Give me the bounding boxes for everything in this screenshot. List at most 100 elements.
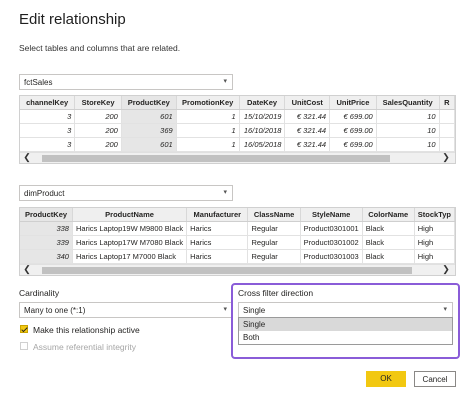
table-cell [439,123,455,138]
table-cell: 16/10/2018 [239,123,286,138]
table-cell: Regular [247,249,301,264]
chevron-down-icon: ▾ [223,78,227,85]
table2-hscrollbar[interactable]: ❮ ❯ [20,264,455,275]
table1-grid: channelKey StoreKey ProductKey Promotion… [19,95,456,164]
table-cell: 1 [176,109,240,124]
table2-col-header[interactable]: ProductName [72,208,188,222]
cardinality-select[interactable]: Many to one (*:1) ▾ [19,302,233,318]
table-cell: 1 [176,137,240,152]
table-cell: 16/05/2018 [239,137,286,152]
table-cell: € 321.44 [284,137,331,152]
table1-table: channelKey StoreKey ProductKey Promotion… [20,96,455,152]
table2-col-header-selected[interactable]: ProductKey [20,208,73,222]
scrollbar-thumb[interactable] [42,267,412,274]
table-row: 3 200 601 1 16/05/2018 € 321.44 € 699.00… [20,137,455,152]
table-cell: Harics [186,221,249,236]
dialog-title: Edit relationship [19,11,126,28]
table-cell: 3 [20,137,76,152]
chevron-down-icon: ▾ [443,306,447,313]
cross-filter-label: Cross filter direction [238,288,314,298]
table-cell: 200 [74,109,122,124]
table-row: 3 200 369 1 16/10/2018 € 321.44 € 699.00… [20,123,455,138]
table-cell: Black [362,221,415,236]
table1-col-header[interactable]: DateKey [239,96,286,110]
table-cell [439,137,455,152]
table-cell: 10 [376,137,440,152]
table-cell: 338 [20,221,73,236]
table-cell: 369 [121,123,177,138]
table2-col-header[interactable]: ClassName [247,208,301,222]
table2-col-header[interactable]: StyleName [300,208,363,222]
table2-col-header[interactable]: ColorName [362,208,415,222]
table-cell: High [414,249,455,264]
cardinality-select-value: Many to one (*:1) [24,306,86,315]
table-cell: 601 [121,137,177,152]
table1-col-header[interactable]: UnitPrice [329,96,377,110]
table-cell: 200 [74,137,122,152]
table1-col-header[interactable]: channelKey [20,96,76,110]
table-cell: Black [362,249,415,264]
table-cell: 3 [20,109,76,124]
table2-col-header[interactable]: Manufacturer [186,208,249,222]
table-cell: Black [362,235,415,250]
table1-col-header[interactable]: UnitCost [284,96,331,110]
table-row: 339 Harics Laptop17W M7080 Black Harics … [20,235,455,250]
chevron-right-icon[interactable]: ❯ [441,264,451,275]
referential-integrity-label: Assume referential integrity [33,342,136,352]
table-cell: Regular [247,221,301,236]
table1-select[interactable]: fctSales ▾ [19,74,233,90]
table-cell: 601 [121,109,177,124]
table1-col-header[interactable]: SalesQuantity [376,96,440,110]
table2-select[interactable]: dimProduct ▾ [19,185,233,201]
chevron-left-icon[interactable]: ❮ [22,152,32,163]
cardinality-label: Cardinality [19,288,60,298]
table-cell: € 699.00 [329,109,377,124]
table-cell [439,109,455,124]
make-active-checkbox[interactable] [20,325,28,333]
table-cell: Product0301003 [300,249,363,264]
cancel-button[interactable]: Cancel [414,371,456,387]
table-cell: Product0301001 [300,221,363,236]
table1-col-header[interactable]: PromotionKey [176,96,240,110]
table-cell: High [414,235,455,250]
table1-col-header-selected[interactable]: ProductKey [121,96,177,110]
table2-header-row: ProductKey ProductName Manufacturer Clas… [20,208,455,222]
chevron-left-icon[interactable]: ❮ [22,264,32,275]
menu-item-both[interactable]: Both [239,331,452,344]
table2-col-header[interactable]: StockTyp [414,208,455,222]
dialog-subtitle: Select tables and columns that are relat… [19,43,181,53]
table1-col-header[interactable]: R [439,96,455,110]
referential-integrity-checkbox[interactable] [20,342,28,350]
cross-filter-select[interactable]: Single ▾ [238,302,453,318]
table-cell: 339 [20,235,73,250]
chevron-down-icon: ▾ [223,306,227,313]
table-cell: Harics [186,249,249,264]
table-cell: Harics Laptop17 M7000 Black [72,249,188,264]
table-cell: € 699.00 [329,123,377,138]
table-cell: 15/10/2019 [239,109,286,124]
scrollbar-thumb[interactable] [42,155,390,162]
table2-select-value: dimProduct [24,189,65,198]
chevron-down-icon: ▾ [223,189,227,196]
table-cell: High [414,221,455,236]
table2-grid: ProductKey ProductName Manufacturer Clas… [19,207,456,276]
table-row: 340 Harics Laptop17 M7000 Black Harics R… [20,249,455,264]
table-cell: 10 [376,123,440,138]
chevron-right-icon[interactable]: ❯ [441,152,451,163]
table1-header-row: channelKey StoreKey ProductKey Promotion… [20,96,455,110]
table-cell: 200 [74,123,122,138]
menu-item-single[interactable]: Single [239,318,452,331]
table-cell: Harics Laptop19W M9800 Black [72,221,188,236]
cross-filter-menu: Single Both [238,317,453,345]
table-cell: Harics Laptop17W M7080 Black [72,235,188,250]
table1-col-header[interactable]: StoreKey [74,96,122,110]
table-cell: € 699.00 [329,137,377,152]
table-cell: € 321.44 [284,123,331,138]
cross-filter-select-value: Single [243,306,266,315]
table1-hscrollbar[interactable]: ❮ ❯ [20,152,455,163]
ok-button[interactable]: OK [366,371,406,387]
table-row: 338 Harics Laptop19W M9800 Black Harics … [20,221,455,236]
table-cell: Product0301002 [300,235,363,250]
table-cell: 340 [20,249,73,264]
table-cell: 10 [376,109,440,124]
